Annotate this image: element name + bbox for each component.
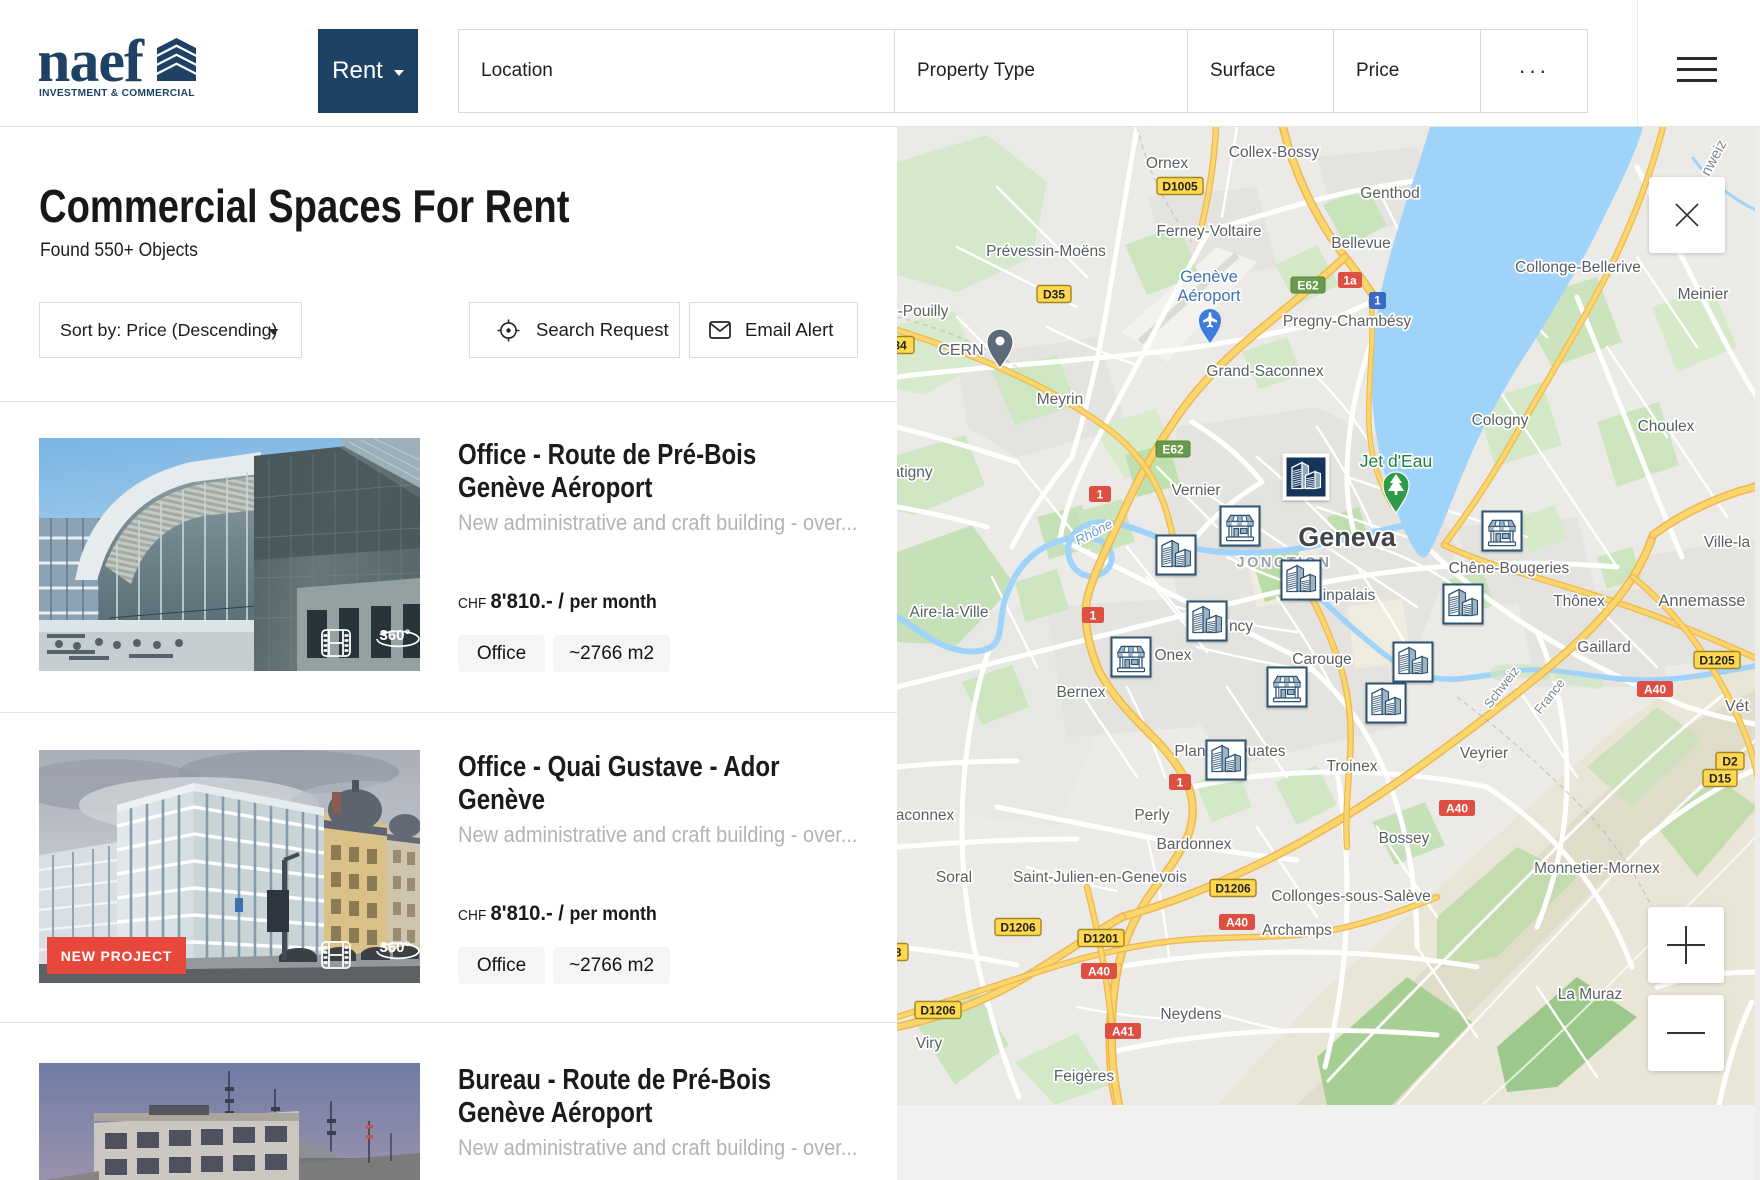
svg-text:1: 1 — [1097, 488, 1104, 502]
svg-text:Archamps: Archamps — [1262, 922, 1332, 939]
svg-text:D1005: D1005 — [1162, 180, 1198, 194]
svg-text:A40: A40 — [1226, 916, 1248, 930]
svg-text:aconnex: aconnex — [897, 807, 955, 824]
svg-text:A41: A41 — [1112, 1025, 1134, 1039]
svg-text:Monnetier-Mornex: Monnetier-Mornex — [1534, 860, 1660, 877]
svg-text:D1205: D1205 — [1699, 654, 1735, 668]
svg-text:Bellevue: Bellevue — [1331, 235, 1390, 252]
svg-text:D1201: D1201 — [1083, 932, 1119, 946]
svg-text:Meyrin: Meyrin — [1037, 391, 1084, 408]
svg-text:INVESTMENT & COMMERCIAL: INVESTMENT & COMMERCIAL — [39, 88, 195, 99]
svg-text:Choulex: Choulex — [1638, 418, 1695, 435]
svg-text:La Muraz: La Muraz — [1558, 986, 1623, 1003]
svg-text:Feigères: Feigères — [1054, 1068, 1115, 1085]
svg-text:Ornex: Ornex — [1146, 155, 1188, 172]
svg-text:D35: D35 — [1043, 288, 1065, 302]
svg-text:Aire-la-Ville: Aire-la-Ville — [910, 604, 989, 621]
svg-text:-Pouilly: -Pouilly — [898, 303, 949, 320]
svg-text:Aéroport: Aéroport — [1177, 287, 1241, 305]
svg-text:Annemasse: Annemasse — [1658, 592, 1745, 610]
svg-text:Troinex: Troinex — [1326, 758, 1377, 775]
svg-text:Bardonnex: Bardonnex — [1157, 836, 1232, 853]
svg-text:A40: A40 — [1446, 802, 1468, 816]
svg-text:Geneva: Geneva — [1298, 522, 1397, 552]
svg-text:Jet d'Eau: Jet d'Eau — [1360, 451, 1432, 471]
svg-text:Thônex: Thônex — [1553, 593, 1605, 610]
svg-text:Onex: Onex — [1154, 647, 1191, 664]
svg-text:1: 1 — [1374, 294, 1381, 308]
svg-text:Genève: Genève — [1180, 268, 1238, 286]
svg-text:D2: D2 — [1722, 755, 1738, 769]
svg-text:Collonge-Bellerive: Collonge-Bellerive — [1515, 259, 1641, 276]
svg-text:inpalais: inpalais — [1323, 587, 1376, 604]
svg-text:Prévessin-Moëns: Prévessin-Moëns — [986, 243, 1106, 260]
svg-text:Veyrier: Veyrier — [1460, 745, 1508, 762]
svg-text:Bossey: Bossey — [1379, 830, 1430, 847]
svg-text:Genthod: Genthod — [1360, 185, 1419, 202]
svg-text:Ville-la: Ville-la — [1704, 534, 1751, 551]
svg-text:Carouge: Carouge — [1292, 651, 1351, 668]
svg-text:Pregny-Chambésy: Pregny-Chambésy — [1283, 313, 1412, 330]
svg-text:Bernex: Bernex — [1056, 684, 1105, 701]
svg-text:Saint-Julien-en-Genevois: Saint-Julien-en-Genevois — [1013, 869, 1187, 886]
svg-text:Viry: Viry — [916, 1035, 943, 1052]
svg-text:A40: A40 — [1088, 965, 1110, 979]
svg-text:Gaillard: Gaillard — [1577, 639, 1630, 656]
svg-text:Collex-Bossy: Collex-Bossy — [1229, 144, 1320, 161]
svg-text:atigny: atigny — [897, 464, 933, 481]
svg-text:D1206: D1206 — [920, 1004, 956, 1018]
svg-text:A40: A40 — [1644, 683, 1666, 697]
svg-text:Chêne-Bougeries: Chêne-Bougeries — [1449, 560, 1570, 577]
svg-text:Meinier: Meinier — [1678, 286, 1729, 303]
svg-text:1: 1 — [1090, 609, 1097, 623]
svg-text:Soral: Soral — [936, 869, 972, 886]
svg-text:Grand-Saconnex: Grand-Saconnex — [1206, 363, 1323, 380]
svg-text:E62: E62 — [1297, 279, 1319, 293]
svg-text:E62: E62 — [1162, 443, 1184, 457]
svg-text:naef: naef — [39, 33, 145, 94]
svg-text:34: 34 — [897, 339, 907, 353]
svg-text:Cologny: Cologny — [1472, 412, 1529, 429]
svg-text:Neydens: Neydens — [1160, 1006, 1221, 1023]
svg-text:Vernier: Vernier — [1171, 482, 1220, 499]
svg-text:D15: D15 — [1709, 772, 1731, 786]
svg-text:8: 8 — [897, 946, 902, 960]
svg-text:D1206: D1206 — [1000, 921, 1036, 935]
svg-text:Ferney-Voltaire: Ferney-Voltaire — [1156, 223, 1261, 240]
svg-text:Collonges-sous-Salève: Collonges-sous-Salève — [1271, 888, 1430, 905]
svg-text:CERN: CERN — [938, 342, 983, 359]
svg-text:ncy: ncy — [1229, 618, 1253, 635]
svg-text:Perly: Perly — [1134, 807, 1170, 824]
svg-text:1a: 1a — [1343, 274, 1357, 288]
svg-text:1: 1 — [1177, 776, 1184, 790]
svg-text:D1206: D1206 — [1215, 882, 1251, 896]
svg-text:Vét: Vét — [1725, 698, 1750, 715]
